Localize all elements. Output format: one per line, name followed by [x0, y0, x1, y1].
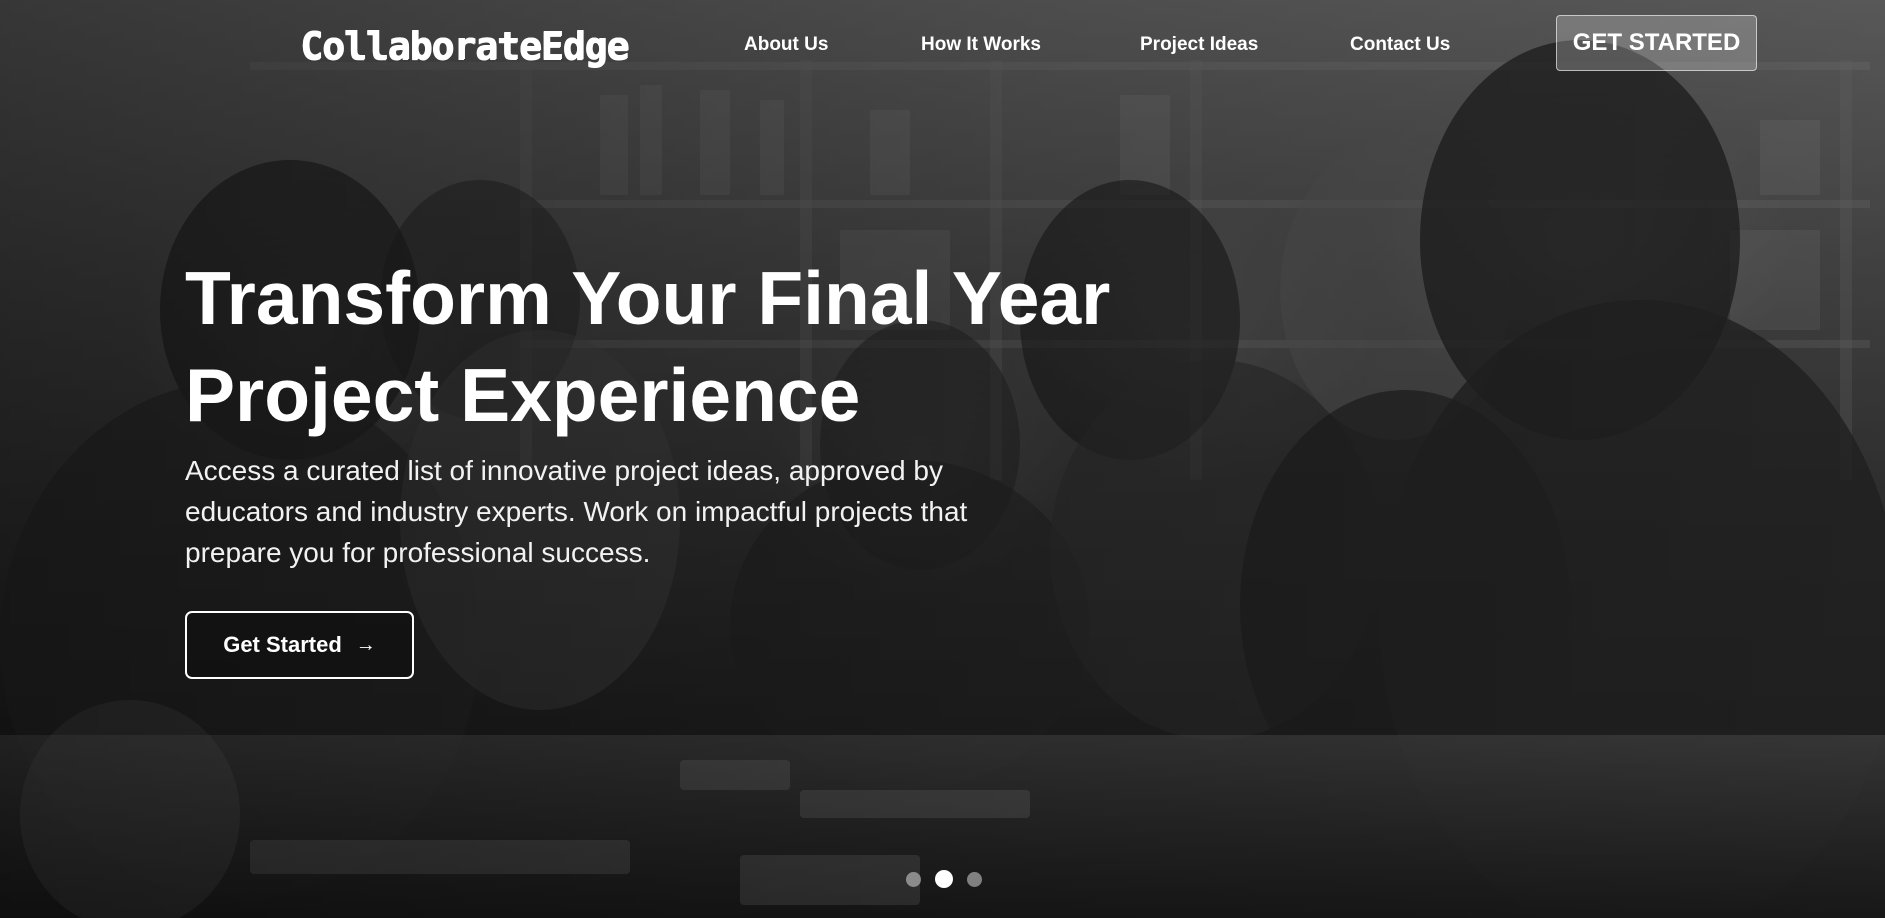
carousel-dot-3[interactable] — [967, 871, 982, 887]
nav-link-about-us[interactable]: About Us — [744, 34, 828, 56]
hero-headline-line1: Transform Your Final Year — [185, 256, 1111, 340]
hero-subtitle: Access a curated list of innovative proj… — [185, 455, 968, 568]
arrow-right-icon: → — [355, 634, 376, 656]
carousel-indicators — [906, 870, 982, 888]
nav-link-how-it-works[interactable]: How It Works — [921, 34, 1041, 56]
hero-headline-line2: Project Experience — [185, 353, 861, 437]
carousel-dot-2[interactable] — [935, 870, 953, 888]
nav-link-project-ideas[interactable]: Project Ideas — [1140, 34, 1258, 56]
brand-logo[interactable]: CollaborateEdge — [300, 22, 629, 70]
carousel-dot-1[interactable] — [906, 871, 921, 887]
hero-get-started-button[interactable]: Get Started → — [185, 611, 414, 679]
nav-get-started-button[interactable]: GET STARTED — [1556, 15, 1757, 71]
nav-link-contact-us[interactable]: Contact Us — [1350, 34, 1450, 56]
hero-headline: Transform Your Final Year Project Experi… — [185, 250, 1185, 444]
hero-get-started-label: Get Started — [223, 632, 342, 657]
